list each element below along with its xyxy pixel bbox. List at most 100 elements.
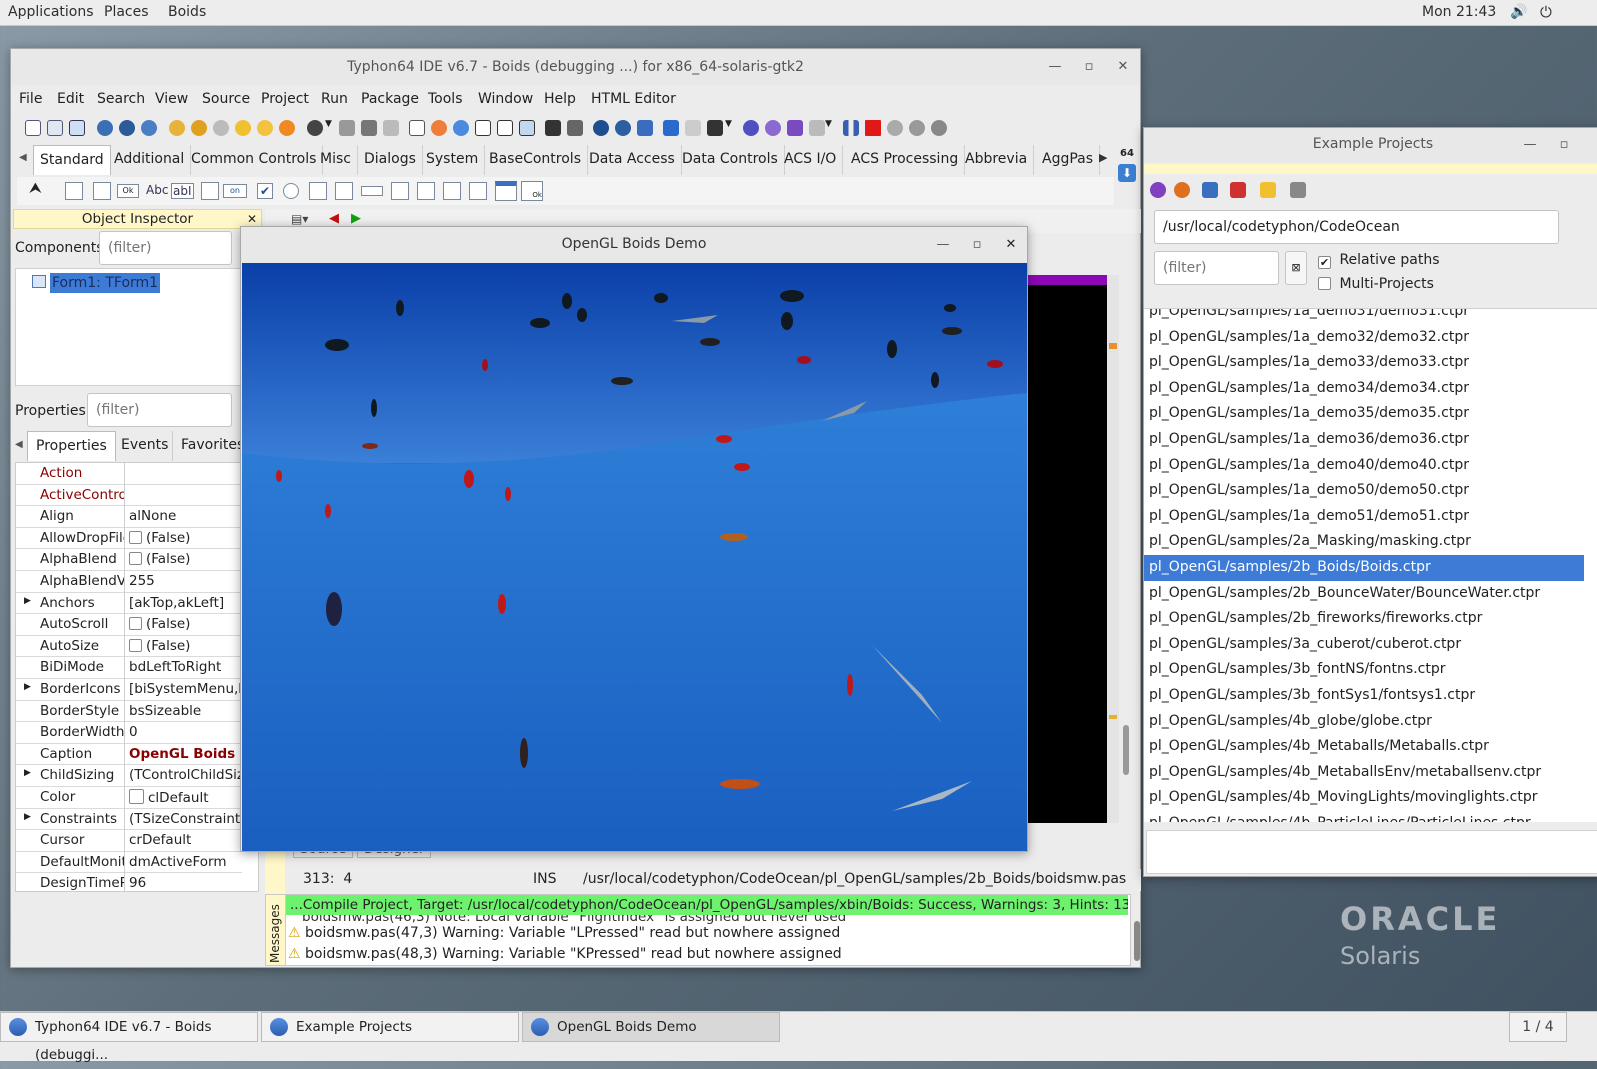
example-list-item[interactable]: pl_OpenGL/samples/2b_fireworks/fireworks… — [1144, 606, 1584, 632]
window-icon[interactable] — [497, 120, 513, 136]
save-all-icon[interactable] — [361, 120, 377, 136]
example-list-item[interactable]: pl_OpenGL/samples/1a_demo40/demo40.ctpr — [1144, 453, 1584, 479]
expand-icon[interactable]: ▶ — [24, 682, 31, 692]
property-row[interactable]: ActiveControl — [16, 484, 242, 507]
property-value[interactable]: [biSystemMenu,biMinimize] — [129, 681, 242, 697]
property-value[interactable]: OpenGL Boids Demo — [129, 746, 242, 762]
unit-icon[interactable] — [593, 120, 609, 136]
example-list-item[interactable]: pl_OpenGL/samples/4b_ParticleLines/Parti… — [1144, 811, 1584, 822]
opengl-canvas[interactable] — [242, 263, 1027, 851]
menu-help[interactable]: Help — [544, 91, 576, 107]
example-list-item[interactable]: pl_OpenGL/samples/1a_demo33/demo33.ctpr — [1144, 350, 1584, 376]
tab-events[interactable]: Events — [117, 431, 174, 461]
menu-html-editor[interactable]: HTML Editor — [591, 91, 676, 107]
ide-title-bar[interactable]: Typhon64 IDE v6.7 - Boids (debugging ...… — [11, 49, 1140, 85]
checkbox-icon[interactable] — [129, 617, 142, 631]
property-row[interactable]: Align alNone — [16, 506, 242, 529]
radio-button-icon[interactable] — [283, 183, 299, 199]
minimize-button[interactable]: — — [1043, 49, 1067, 85]
button-icon[interactable]: Ok — [117, 184, 139, 198]
example-list-item[interactable]: pl_OpenGL/samples/4b_Metaballs/Metaballs… — [1144, 734, 1584, 760]
folder-icon[interactable] — [1260, 182, 1276, 198]
property-row[interactable]: BiDiMode bdLeftToRight — [16, 657, 242, 680]
gears-icon[interactable] — [765, 120, 781, 136]
applications-menu[interactable]: Applications — [8, 4, 94, 20]
editor-scrollbar[interactable] — [1107, 275, 1119, 823]
messages-scrollbar[interactable] — [1134, 921, 1140, 961]
run-params-icon[interactable] — [809, 120, 825, 136]
menu-run[interactable]: Run — [321, 91, 348, 107]
property-row[interactable]: BorderWidth 0 — [16, 722, 242, 745]
path-field[interactable]: /usr/local/codetyphon/CodeOcean — [1154, 210, 1559, 244]
tab-dialogs[interactable]: Dialogs — [358, 145, 423, 175]
pause-icon[interactable] — [843, 120, 859, 136]
scroll-left-icon[interactable]: ◀ — [19, 152, 27, 163]
checkbox-icon[interactable]: ✔ — [257, 183, 273, 199]
grid-icon[interactable] — [475, 120, 491, 136]
components-filter-input[interactable] — [99, 231, 232, 265]
example-list-item[interactable]: pl_OpenGL/samples/3b_fontNS/fontns.ctpr — [1144, 657, 1584, 683]
checkbox-icon[interactable] — [129, 638, 142, 652]
refresh-icon[interactable] — [119, 120, 135, 136]
tab-common-controls[interactable]: Common Controls — [185, 145, 324, 175]
tool-icon[interactable] — [545, 120, 561, 136]
editor-area[interactable] — [1028, 275, 1107, 823]
tab-basecontrols[interactable]: BaseControls — [483, 145, 588, 175]
actionlist-icon[interactable]: Ok — [521, 181, 543, 201]
property-row[interactable]: Action — [16, 463, 242, 485]
example-list-item[interactable]: pl_OpenGL/samples/1a_demo31/demo31.ctpr — [1144, 309, 1584, 325]
new-unit-icon[interactable] — [69, 120, 85, 136]
package-icon[interactable] — [169, 120, 185, 136]
properties-filter-input[interactable] — [87, 393, 232, 427]
property-value[interactable]: 0 — [129, 724, 242, 740]
popup-menu-icon[interactable] — [93, 182, 111, 200]
scroll-right-icon[interactable]: ▶ — [1099, 151, 1107, 164]
property-row[interactable]: ▶ BorderIcons [biSystemMenu,biMinimize] — [16, 679, 242, 701]
tools-icon[interactable] — [685, 120, 701, 136]
property-row[interactable]: BorderStyle bsSizeable — [16, 700, 242, 723]
property-row[interactable]: ▶ Anchors [akTop,akLeft] — [16, 592, 242, 615]
message-line[interactable]: ⚠ boidsmw.pas(48,3) Warning: Variable "K… — [288, 946, 842, 962]
property-row[interactable]: AllowDropFiles (False) — [16, 527, 242, 550]
task-ide[interactable]: Typhon64 IDE v6.7 - Boids (debuggi... — [0, 1012, 258, 1063]
maximize-button[interactable]: ▫ — [1077, 49, 1101, 85]
chevron-down-icon[interactable]: ▼ — [325, 119, 332, 129]
panel-icon[interactable] — [469, 182, 487, 200]
property-value[interactable]: 96 — [129, 875, 242, 891]
stop-icon[interactable] — [865, 120, 881, 136]
example-projects-title-bar[interactable]: Example Projects — ▫ — [1144, 128, 1597, 162]
property-row[interactable]: Color clDefault — [16, 787, 242, 809]
unit3-icon[interactable] — [637, 120, 653, 136]
expand-icon[interactable]: ▶ — [24, 812, 31, 822]
pointer-icon[interactable]: ⮝ — [29, 179, 42, 197]
checkgroup-icon[interactable] — [443, 182, 461, 200]
frame-icon[interactable] — [495, 181, 517, 201]
tab-abbrevia[interactable]: Abbrevia — [959, 145, 1035, 175]
tab-additional[interactable]: Additional — [108, 145, 192, 175]
maximize-button[interactable]: ▫ — [1552, 128, 1576, 162]
property-value[interactable]: bsSizeable — [129, 703, 242, 719]
package5-icon[interactable] — [257, 120, 273, 136]
expand-icon[interactable]: ▶ — [24, 596, 31, 606]
menu-tools[interactable]: Tools — [428, 91, 463, 107]
boids-title-bar[interactable]: OpenGL Boids Demo — ▫ ✕ — [241, 227, 1027, 262]
remove-icon[interactable] — [1230, 182, 1246, 198]
property-value[interactable]: (TControlChildSizing) — [129, 767, 242, 783]
property-row[interactable]: ▶ ChildSizing (TControlChildSizing) — [16, 765, 242, 788]
open-project-icon[interactable] — [1202, 182, 1218, 198]
save-icon[interactable] — [339, 120, 355, 136]
menu-package[interactable]: Package — [361, 91, 419, 107]
chevron-down-icon[interactable]: ▼ — [725, 119, 732, 129]
property-value[interactable]: (False) — [129, 551, 242, 567]
example-list-item[interactable]: pl_OpenGL/samples/2b_Boids/Boids.ctpr — [1144, 555, 1584, 581]
example-list-item[interactable]: pl_OpenGL/samples/1a_demo34/demo34.ctpr — [1144, 376, 1584, 402]
tab-standard[interactable]: Standard — [33, 145, 111, 175]
example-list-item[interactable]: pl_OpenGL/samples/3a_cuberot/cuberot.ctp… — [1144, 632, 1584, 658]
step-out-icon[interactable] — [931, 120, 947, 136]
messages-header[interactable]: ...Compile Project, Target: /usr/local/c… — [286, 895, 1128, 915]
property-value[interactable]: bdLeftToRight — [129, 659, 242, 675]
right-vertical-scroll[interactable] — [1121, 275, 1131, 823]
property-value[interactable]: dmActiveForm — [129, 854, 242, 870]
menu-edit[interactable]: Edit — [57, 91, 84, 107]
editor-toolbar-icon[interactable]: ▤▾ — [291, 212, 308, 226]
